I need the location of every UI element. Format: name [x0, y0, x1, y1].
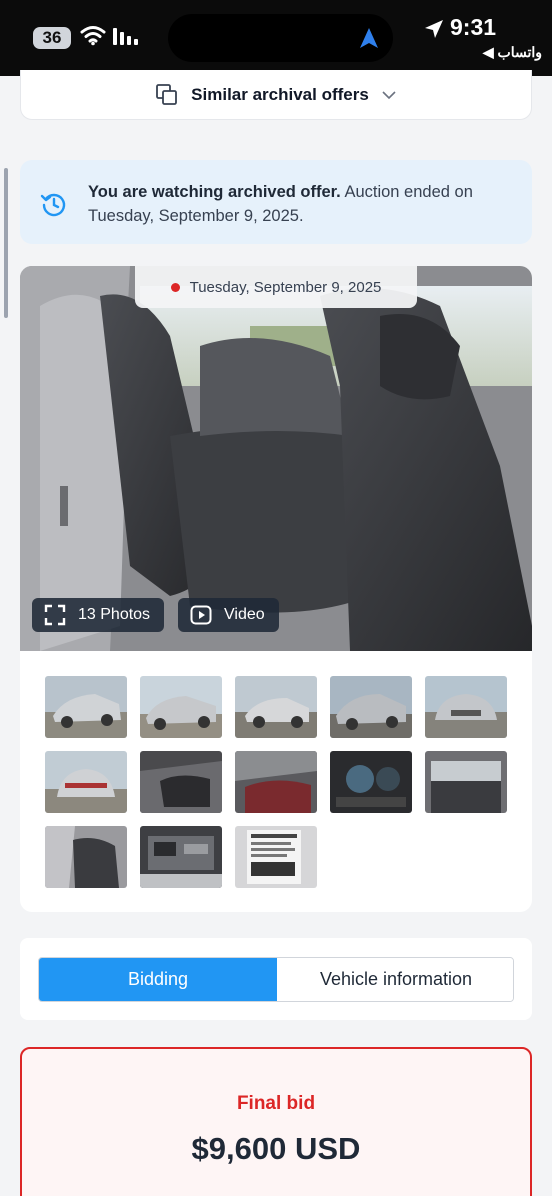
wifi-icon: [80, 26, 106, 46]
thumbnail-10[interactable]: [425, 751, 507, 813]
history-icon: [40, 193, 66, 217]
tabs-card: Bidding Vehicle information: [20, 938, 532, 1020]
thumbnail-5[interactable]: [425, 676, 507, 738]
copy-icon: [156, 83, 178, 105]
thumbnail-7[interactable]: [140, 751, 222, 813]
dynamic-island: [168, 14, 393, 62]
scrollbar[interactable]: [4, 168, 8, 318]
video-play-icon: [190, 605, 212, 625]
video-label: Video: [224, 606, 265, 623]
navigation-arrow-icon: [360, 28, 378, 48]
archived-offer-banner: You are watching archived offer. Auction…: [20, 160, 532, 244]
main-vehicle-photo[interactable]: [20, 266, 532, 651]
thumbnail-1[interactable]: [45, 676, 127, 738]
photos-button[interactable]: 13 Photos: [32, 598, 165, 632]
tab-bidding[interactable]: Bidding: [39, 958, 277, 1001]
thumbnail-4[interactable]: [330, 676, 412, 738]
chevron-down-icon: [382, 90, 396, 99]
fullscreen-icon: [44, 604, 66, 626]
thumbnail-8[interactable]: [235, 751, 317, 813]
photo-gallery-card: Tuesday, September 9, 2025 13 Photos Vid…: [20, 266, 532, 912]
thumbnail-6[interactable]: [45, 751, 127, 813]
similar-archival-offers-button[interactable]: Similar archival offers: [20, 70, 532, 120]
auction-date: Tuesday, September 9, 2025: [189, 278, 382, 296]
back-to-app-link[interactable]: ◀ واتساب: [470, 44, 542, 61]
cellular-signal-icon: [113, 28, 138, 45]
thumbnail-2[interactable]: [140, 676, 222, 738]
thumbnail-11[interactable]: [45, 826, 127, 888]
clock: 9:31: [450, 14, 497, 40]
thumbnail-3[interactable]: [235, 676, 317, 738]
photos-count-label: 13 Photos: [78, 606, 151, 623]
final-bid-title: Final bid: [236, 1093, 316, 1114]
battery-icon: 36: [33, 27, 71, 49]
tab-bar: Bidding Vehicle information: [38, 957, 514, 1002]
location-arrow-icon: [425, 20, 443, 38]
thumbnail-9[interactable]: [330, 751, 412, 813]
tab-vehicle-information[interactable]: Vehicle information: [277, 958, 513, 1001]
similar-offers-label: Similar archival offers: [191, 84, 369, 104]
final-bid-card: Final bid $9,600 USD: [20, 1047, 532, 1196]
final-bid-amount: $9,600 USD: [191, 1131, 361, 1166]
status-dot: [170, 282, 180, 292]
archive-message-bold: You are watching archived offer.: [88, 183, 341, 201]
status-bar: 36 9:31 ◀ واتساب: [0, 0, 552, 76]
archive-message: You are watching archived offer. Auction…: [88, 180, 508, 228]
thumbnail-13[interactable]: [235, 826, 317, 888]
auction-date-badge: Tuesday, September 9, 2025: [135, 266, 417, 308]
video-button[interactable]: Video: [178, 598, 279, 632]
thumbnail-12[interactable]: [140, 826, 222, 888]
